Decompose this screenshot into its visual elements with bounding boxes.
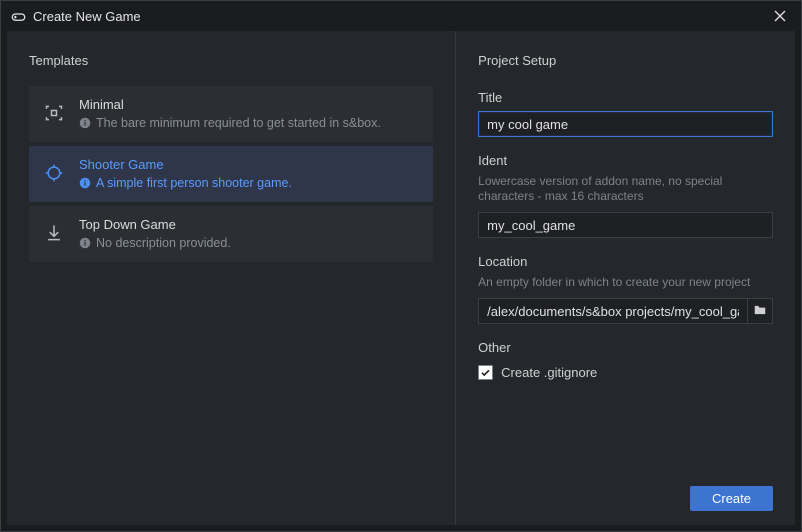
- template-item-shooter[interactable]: Shooter Game A simple first person shoot…: [29, 146, 433, 202]
- template-item-topdown[interactable]: Top Down Game No description provided.: [29, 206, 433, 262]
- templates-heading: Templates: [29, 53, 433, 68]
- template-list: Minimal The bare minimum required to get…: [29, 86, 433, 262]
- dialog-body: Templates Minimal: [7, 31, 795, 525]
- titlebar: Create New Game: [1, 1, 801, 31]
- template-name: Top Down Game: [79, 216, 421, 234]
- browse-folder-button[interactable]: [747, 298, 773, 324]
- location-label: Location: [478, 254, 773, 269]
- ident-help: Lowercase version of addon name, no spec…: [478, 174, 773, 204]
- template-item-minimal[interactable]: Minimal The bare minimum required to get…: [29, 86, 433, 142]
- ident-input[interactable]: [478, 212, 773, 238]
- download-icon: [41, 220, 67, 246]
- close-button[interactable]: [767, 3, 793, 29]
- title-input[interactable]: [478, 111, 773, 137]
- location-input[interactable]: [478, 298, 747, 324]
- ident-label: Ident: [478, 153, 773, 168]
- gitignore-checkbox-row[interactable]: Create .gitignore: [478, 365, 773, 380]
- template-name: Minimal: [79, 96, 421, 114]
- template-desc: The bare minimum required to get started…: [96, 116, 381, 130]
- gamepad-icon: [11, 9, 26, 24]
- template-name: Shooter Game: [79, 156, 421, 174]
- info-icon: [79, 237, 91, 249]
- template-desc: No description provided.: [96, 236, 231, 250]
- other-label: Other: [478, 340, 773, 355]
- create-button[interactable]: Create: [690, 486, 773, 511]
- gitignore-label: Create .gitignore: [501, 365, 597, 380]
- location-help: An empty folder in which to create your …: [478, 275, 773, 290]
- crosshair-icon: [41, 160, 67, 186]
- info-icon: [79, 177, 91, 189]
- info-icon: [79, 117, 91, 129]
- gitignore-checkbox[interactable]: [478, 365, 493, 380]
- title-label: Title: [478, 90, 773, 105]
- window-title: Create New Game: [33, 9, 760, 24]
- template-desc: A simple first person shooter game.: [96, 176, 292, 190]
- folder-icon: [753, 303, 767, 320]
- scan-icon: [41, 100, 67, 126]
- create-game-dialog: Create New Game Templates Min: [0, 0, 802, 532]
- setup-heading: Project Setup: [478, 53, 773, 68]
- templates-pane: Templates Minimal: [7, 31, 456, 525]
- project-setup-pane: Project Setup Title Ident Lowercase vers…: [456, 31, 795, 525]
